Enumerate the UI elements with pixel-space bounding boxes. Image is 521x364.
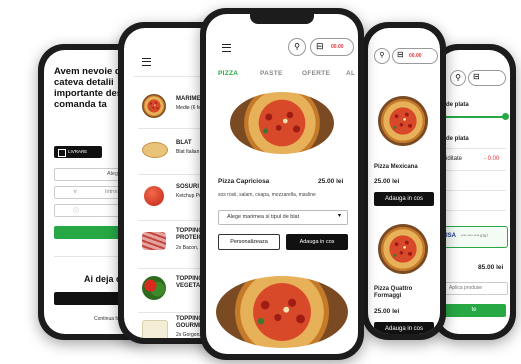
tab-pizza[interactable]: PIZZA [218,70,238,77]
delivery-label: LIVRARE [68,149,88,154]
saved-card[interactable]: ISA **** **** **** 6767 [442,226,508,248]
add-to-cart-button[interactable]: Adauga in cos [374,192,434,206]
size-select[interactable]: Alege marimea si tipul de blat ▾ [218,210,348,225]
divider [442,210,506,211]
tomato-image [144,186,164,206]
cart-icon: ⊟ [473,72,480,81]
fee-label: iditate [446,156,463,162]
phone-notch [250,14,314,24]
delivery-toggle[interactable]: LIVRARE [54,146,102,158]
chevron-down-icon: ∨ [73,189,78,195]
cart-button[interactable]: ⊟ 00.00 [392,48,438,64]
step-subtitle: Blat Italian [176,149,200,155]
payment-label: de plata [446,102,469,108]
pizza-next-image [216,276,348,348]
tab-oferte[interactable]: OFERTE [302,70,330,77]
step-title: MARIME [176,96,201,102]
order-total: 85.00 lei [478,264,504,271]
user-icon[interactable]: ⚲ [288,38,306,56]
product-name: Pizza Quattro Formaggi [374,286,413,299]
tab-more[interactable]: AL [346,70,355,77]
cart-total: 00.00 [331,44,344,50]
divider [442,190,506,191]
cart-button[interactable]: ⊟ 00.00 [310,38,354,56]
pizza-capriciosa-image [230,92,334,154]
pizza-quattro-formaggi-image [378,224,428,274]
phone-screen: ⚲ ⊟ de plata de plata iditate - 0.00 ISA… [438,50,510,334]
payment-slider[interactable] [444,113,509,120]
product-name: Pizza Capriciosa [218,178,270,185]
vegetable-image [142,276,166,300]
pay-button[interactable]: te [442,304,506,317]
step-subtitle: Medie (6 fe [176,105,202,111]
user-icon[interactable]: ⚲ [374,48,390,64]
user-icon[interactable]: ⚲ [450,70,466,86]
product-price: 25.00 lei [374,308,400,315]
step-subtitle: 2x Gorgonz [176,332,202,338]
cheese-image [142,320,168,338]
promo-input[interactable]: Aplica produse [442,282,508,295]
chevron-down-icon: ▾ [337,213,341,219]
cart-total: 00.00 [409,53,422,59]
payment-label: de plata [446,136,469,142]
menu-icon[interactable] [222,44,231,52]
step-title: BLAT [176,140,192,146]
phone-product-list: ⚲ ⊟ 00.00 Pizza Mexicana 25.00 lei Adaug… [362,22,446,340]
card-brand: ISA [446,233,457,239]
add-to-cart-button[interactable]: Adauga in cos [374,322,434,334]
phone-screen: ⚲ ⊟ 00.00 Pizza Mexicana 25.00 lei Adaug… [368,28,440,334]
phone-menu: ⚲ ⊟ 00.00 PIZZA PASTE OFERTE AL Pizza Ca… [200,8,364,360]
product-name: Pizza Mexicana [374,164,418,170]
info-icon: ⓘ [73,209,80,215]
bacon-image [142,232,166,250]
divider [442,148,506,149]
slider-handle[interactable] [502,113,509,120]
phone-screen: ⚲ ⊟ 00.00 PIZZA PASTE OFERTE AL Pizza Ca… [206,14,358,354]
card-number: **** **** **** 6767 [461,234,489,238]
store-icon [58,149,66,157]
crust-image [142,142,168,158]
discount-value: - 0.00 [484,156,500,162]
account-prompt: Ai deja c [84,274,122,284]
cart-icon: ⊟ [316,41,324,51]
divider [442,170,506,171]
customize-button[interactable]: Personalizeaza [218,234,280,250]
pizza-mexicana-image [378,96,428,146]
step-subtitle: 2x Bacon, 2 [176,245,203,251]
add-to-cart-button[interactable]: Adauga in cos [286,234,348,250]
menu-icon[interactable] [142,58,151,66]
product-description: sos rosii, salam, ceapa, mozzarella, mas… [218,192,316,198]
product-price: 25.00 lei [374,178,400,185]
promo-placeholder: Aplica produse [449,285,483,291]
size-select-label: Alege marimea si tipul de blat [227,214,300,220]
tab-paste[interactable]: PASTE [260,70,283,77]
step-title: SOSURI [176,184,200,190]
cart-icon: ⊟ [397,50,404,59]
pizza-size-image [142,94,166,118]
product-price: 25.00 lei [318,178,344,185]
cart-button[interactable]: ⊟ [468,70,506,86]
guest-checkout-link[interactable]: Continua fa [94,316,120,322]
